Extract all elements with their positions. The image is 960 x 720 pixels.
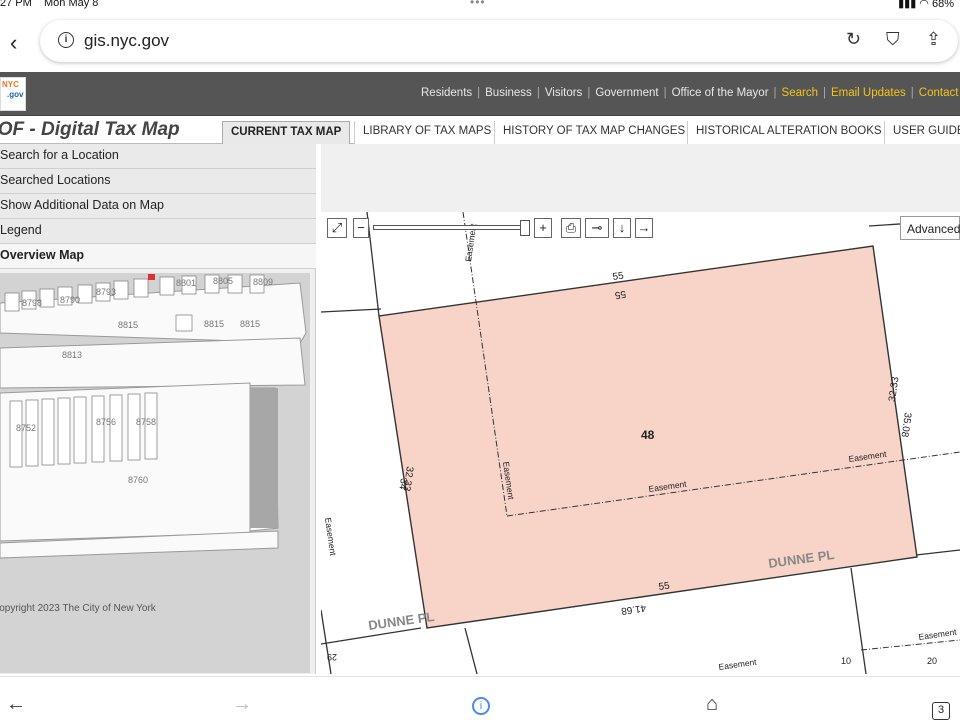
site-header: NYC .gov Residents | Business | Visitors | Gov… bbox=[0, 72, 960, 116]
easement-label: Easement bbox=[718, 657, 758, 672]
neighbor-lot-label: 29 bbox=[327, 652, 337, 662]
topnav-separator: | bbox=[910, 87, 914, 99]
back-arrow-icon[interactable]: ← bbox=[6, 693, 26, 716]
dim-top: 55 bbox=[612, 270, 625, 283]
topnav-separator: | bbox=[773, 87, 777, 99]
assistant-icon[interactable]: i bbox=[472, 697, 490, 715]
reload-icon[interactable]: ↻ bbox=[846, 29, 861, 50]
home-icon[interactable]: ⌂ bbox=[706, 693, 718, 716]
tab-current-tax-map[interactable]: CURRENT TAX MAP bbox=[222, 121, 351, 144]
left-panel: Search for a Location Searched Locations… bbox=[0, 144, 316, 674]
topnav-separator: | bbox=[536, 87, 540, 99]
tax-map-drawing: 48 55 55 32.33 35.08 34 32.33 55 41.68 D… bbox=[321, 212, 960, 674]
share-icon[interactable]: ⇪ bbox=[926, 29, 941, 50]
browser-back-icon[interactable]: ‹ bbox=[10, 30, 17, 56]
app-title: DOF - Digital Tax Map bbox=[0, 119, 180, 140]
tab-history-of-tax-map-changes[interactable]: HISTORY OF TAX MAP CHANGES bbox=[494, 121, 694, 144]
tab-library-of-tax-maps[interactable]: LIBRARY OF TAX MAPS bbox=[354, 121, 500, 144]
zoom-slider[interactable] bbox=[373, 225, 523, 230]
tax-map-view[interactable]: 48 55 55 32.33 35.08 34 32.33 55 41.68 D… bbox=[321, 212, 960, 674]
overview-label: 8813 bbox=[62, 350, 82, 360]
zoom-in-button[interactable]: + bbox=[534, 218, 552, 238]
topnav-link-email-updates[interactable]: Email Updates bbox=[831, 87, 906, 99]
arrow-down-icon[interactable]: ↓ bbox=[613, 218, 631, 238]
overview-label: 8815 bbox=[204, 319, 224, 329]
topnav-separator: | bbox=[822, 87, 826, 99]
accordion-overview-map[interactable]: Overview Map bbox=[0, 244, 316, 269]
nyc-gov-logo[interactable]: NYC .gov bbox=[0, 77, 26, 111]
browser-address-row: ‹ i gis.nyc.gov ↻ ⛉ ⇪ bbox=[0, 12, 960, 70]
lot-number: 48 bbox=[641, 428, 655, 442]
overview-label: 8758 bbox=[136, 417, 156, 427]
forward-arrow-icon[interactable]: → bbox=[232, 693, 252, 716]
street-label: DUNNE PL bbox=[367, 609, 435, 633]
overview-label: 8756 bbox=[96, 417, 116, 427]
dim-bottom-inner: 41.68 bbox=[620, 602, 647, 616]
easement-label: Easement bbox=[323, 517, 338, 557]
topnav-link-government[interactable]: Government bbox=[595, 87, 658, 99]
browser-bottom-bar: ← → i ⌂ bbox=[0, 676, 960, 720]
overview-map[interactable]: 8801 8805 8809 8815 8815 8815 8813 8760 … bbox=[0, 273, 310, 673]
tab-historical-alteration-books[interactable]: HISTORICAL ALTERATION BOOKS bbox=[687, 121, 890, 144]
signal-icon: ▮▮▮ ◠ bbox=[898, 0, 932, 10]
zoom-out-button[interactable]: − bbox=[353, 218, 369, 238]
current-location-marker bbox=[148, 274, 155, 280]
status-bar: 27 PM Mon May 8 ••• ▮▮▮ ◠ 68% bbox=[0, 0, 960, 10]
overview-label: 8790 bbox=[60, 295, 80, 305]
overview-label: 8798 bbox=[22, 298, 42, 308]
measure-icon[interactable]: ⊸ bbox=[585, 218, 609, 238]
dim-right-outer: 32.33 bbox=[887, 376, 901, 403]
full-extent-icon[interactable]: ⤢ bbox=[327, 218, 347, 238]
arrow-right-icon[interactable]: → bbox=[635, 218, 653, 238]
topnav-link-residents[interactable]: Residents bbox=[421, 87, 472, 99]
address-bar-url[interactable]: gis.nyc.gov bbox=[84, 31, 169, 51]
top-navigation: Residents | Business | Visitors | Government | O… bbox=[421, 87, 960, 99]
overview-label: 8805 bbox=[213, 276, 233, 286]
neighbor-lot-label: 20 bbox=[927, 656, 937, 666]
address-bar[interactable]: i gis.nyc.gov ↻ ⛉ ⇪ bbox=[40, 20, 958, 62]
map-header-area bbox=[321, 144, 960, 212]
topnav-separator: | bbox=[477, 87, 481, 99]
topnav-link-office-of-the-mayor[interactable]: Office of the Mayor bbox=[672, 87, 769, 99]
topnav-separator: | bbox=[587, 87, 591, 99]
status-time: 27 PM bbox=[0, 0, 32, 9]
tab-count-button[interactable]: 3 bbox=[932, 702, 950, 720]
title-row: DOF - Digital Tax Map CURRENT TAX MAP LIB… bbox=[0, 116, 960, 144]
zoom-slider-handle[interactable] bbox=[520, 220, 530, 236]
topnav-link-contact-us[interactable]: Contact Us bbox=[919, 87, 960, 99]
battery-level: 68% bbox=[931, 0, 954, 10]
copyright-text: Copyright 2023 The City of New York bbox=[0, 603, 156, 614]
overview-label: 8815 bbox=[118, 320, 138, 330]
dim-bottom: 55 bbox=[658, 580, 671, 593]
overview-label: 8809 bbox=[253, 277, 273, 287]
topnav-link-visitors[interactable]: Visitors bbox=[545, 87, 583, 99]
easement-label: Easement bbox=[918, 627, 958, 642]
neighbor-lot-label: 10 bbox=[841, 656, 851, 666]
site-info-icon[interactable]: i bbox=[58, 32, 74, 48]
overview-label: 8793 bbox=[96, 287, 116, 297]
advanced-button[interactable]: Advanced bbox=[900, 216, 960, 240]
topnav-link-business[interactable]: Business bbox=[485, 87, 532, 99]
accordion-search-location[interactable]: Search for a Location bbox=[0, 144, 316, 169]
accordion-additional-data[interactable]: Show Additional Data on Map bbox=[0, 194, 316, 219]
bookmark-icon[interactable]: ⛉ bbox=[886, 29, 900, 50]
topnav-link-search[interactable]: Search bbox=[782, 87, 818, 99]
dim-top-inner: 55 bbox=[614, 288, 627, 301]
topnav-separator: | bbox=[663, 87, 667, 99]
dim-right-inner: 35.08 bbox=[898, 412, 912, 439]
overview-label: 8801 bbox=[176, 278, 196, 288]
overview-label: 8760 bbox=[128, 475, 148, 485]
multitask-dots-icon[interactable]: ••• bbox=[470, 0, 486, 9]
print-icon[interactable]: ⎙ bbox=[561, 218, 581, 238]
overview-label: 8752 bbox=[16, 423, 36, 433]
tab-user-guide[interactable]: USER GUIDE bbox=[884, 121, 960, 144]
accordion-legend[interactable]: Legend bbox=[0, 219, 316, 244]
accordion-searched-locations[interactable]: Searched Locations bbox=[0, 169, 316, 194]
system-indicators: ▮▮▮ ◠ 68% bbox=[898, 0, 954, 10]
overview-label: 8815 bbox=[240, 319, 260, 329]
status-date: Mon May 8 bbox=[44, 0, 99, 9]
